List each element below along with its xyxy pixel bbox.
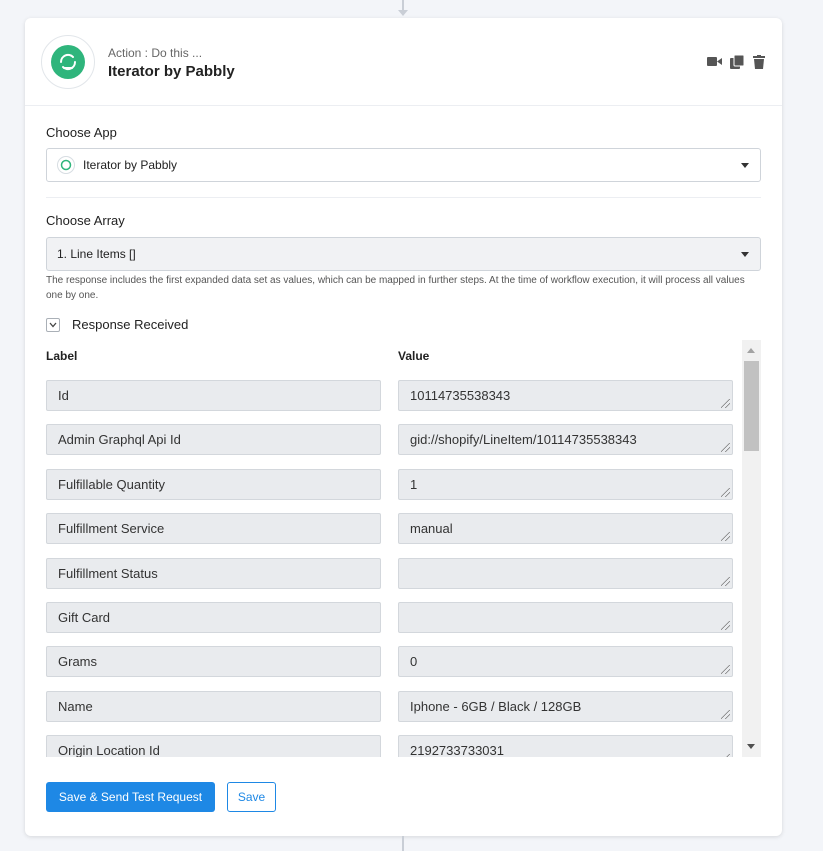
chevron-down-icon bbox=[741, 252, 749, 257]
table-row: Fulfillable Quantity 1 bbox=[46, 468, 736, 513]
row-label-field: Name bbox=[46, 690, 381, 722]
section-divider bbox=[46, 197, 761, 198]
row-label-field: Gift Card bbox=[46, 601, 381, 633]
row-label-field: Fulfillment Service bbox=[46, 513, 381, 545]
row-value-text: 2192733733031 bbox=[410, 743, 504, 757]
choose-app-label: Choose App bbox=[46, 125, 117, 140]
resize-grip-icon[interactable] bbox=[721, 532, 730, 542]
row-value-text: 1 bbox=[410, 476, 418, 492]
chevron-down-icon bbox=[741, 163, 749, 168]
scroll-thumb[interactable] bbox=[744, 361, 759, 451]
response-toggle-label: Response Received bbox=[72, 317, 189, 332]
resize-grip-icon[interactable] bbox=[721, 665, 730, 675]
response-rows: Id 10114735538343 Admin Graphql Api Id g… bbox=[46, 380, 736, 757]
table-row: Admin Graphql Api Id gid://shopify/LineI… bbox=[46, 424, 736, 468]
action-title: Iterator by Pabbly bbox=[108, 63, 235, 80]
resize-grip-icon[interactable] bbox=[721, 709, 730, 719]
row-label-field: Fulfillment Status bbox=[46, 557, 381, 589]
action-card: Action : Do this ... Iterator by Pabbly … bbox=[25, 18, 782, 836]
row-value-field[interactable] bbox=[398, 557, 733, 589]
resize-grip-icon[interactable] bbox=[721, 443, 730, 453]
table-row: Fulfillment Service manual bbox=[46, 513, 736, 557]
row-value-field[interactable]: 0 bbox=[398, 646, 733, 678]
row-value-field[interactable]: 1 bbox=[398, 468, 733, 500]
save-and-send-test-button[interactable]: Save & Send Test Request bbox=[46, 782, 215, 812]
response-table: Label Value Id 10114735538343 Admin Grap… bbox=[46, 340, 761, 757]
choose-array-select[interactable]: 1. Line Items [] bbox=[46, 237, 761, 271]
table-row: Name Iphone - 6GB / Black / 128GB bbox=[46, 690, 736, 735]
table-row: Id 10114735538343 bbox=[46, 380, 736, 424]
scroll-down-icon[interactable] bbox=[747, 744, 755, 749]
resize-grip-icon[interactable] bbox=[721, 399, 730, 408]
row-label-field: Grams bbox=[46, 646, 381, 678]
chevron-down-icon[interactable] bbox=[46, 317, 60, 332]
choose-app-select[interactable]: Iterator by Pabbly bbox=[46, 148, 761, 182]
array-helper-text: The response includes the first expanded… bbox=[46, 275, 745, 301]
choose-app-value: Iterator by Pabbly bbox=[83, 158, 178, 172]
resize-grip-icon[interactable] bbox=[721, 576, 730, 586]
scroll-up-icon[interactable] bbox=[747, 348, 755, 353]
row-label-field: Admin Graphql Api Id bbox=[46, 424, 381, 456]
row-value-field[interactable]: 10114735538343 bbox=[398, 380, 733, 411]
trash-icon[interactable] bbox=[751, 54, 766, 69]
row-value-field[interactable] bbox=[398, 601, 733, 633]
row-label-field: Id bbox=[46, 380, 381, 411]
table-row: Grams 0 bbox=[46, 646, 736, 690]
choose-array-value: 1. Line Items [] bbox=[57, 247, 136, 261]
row-value-text: gid://shopify/LineItem/10114735538343 bbox=[410, 432, 637, 448]
row-value-field[interactable]: manual bbox=[398, 513, 733, 545]
resize-grip-icon[interactable] bbox=[721, 754, 730, 757]
resize-grip-icon[interactable] bbox=[721, 487, 730, 497]
action-subtitle: Action : Do this ... bbox=[108, 46, 203, 60]
table-row: Gift Card bbox=[46, 601, 736, 646]
iterator-logo-icon bbox=[51, 45, 85, 79]
row-value-text: manual bbox=[410, 521, 453, 537]
card-header: Action : Do this ... Iterator by Pabbly bbox=[25, 18, 782, 106]
row-value-text: 10114735538343 bbox=[410, 388, 511, 403]
row-value-text: Iphone - 6GB / Black / 128GB bbox=[410, 698, 582, 714]
value-column-header: Value bbox=[398, 349, 430, 363]
connector-arrow-icon bbox=[398, 10, 408, 16]
save-button[interactable]: Save bbox=[227, 782, 276, 812]
table-row: Fulfillment Status bbox=[46, 557, 736, 602]
resize-grip-icon[interactable] bbox=[721, 620, 730, 630]
row-value-field[interactable]: Iphone - 6GB / Black / 128GB bbox=[398, 690, 733, 722]
video-icon[interactable] bbox=[707, 54, 722, 69]
iterator-app-icon bbox=[57, 156, 75, 174]
header-actions bbox=[707, 54, 766, 69]
row-value-field[interactable]: gid://shopify/LineItem/10114735538343 bbox=[398, 424, 733, 456]
table-row: Origin Location Id 2192733733031 bbox=[46, 735, 736, 757]
label-column-header: Label bbox=[46, 349, 78, 363]
connector-line-bottom bbox=[402, 836, 404, 851]
row-label-field: Origin Location Id bbox=[46, 735, 381, 757]
copy-icon[interactable] bbox=[729, 54, 744, 69]
app-logo bbox=[41, 35, 95, 89]
row-value-text: 0 bbox=[410, 654, 418, 670]
response-toggle[interactable]: Response Received bbox=[46, 317, 188, 332]
row-value-field[interactable]: 2192733733031 bbox=[398, 735, 733, 757]
row-label-field: Fulfillable Quantity bbox=[46, 468, 381, 500]
table-scrollbar[interactable] bbox=[742, 340, 761, 757]
choose-array-label: Choose Array bbox=[46, 213, 125, 228]
